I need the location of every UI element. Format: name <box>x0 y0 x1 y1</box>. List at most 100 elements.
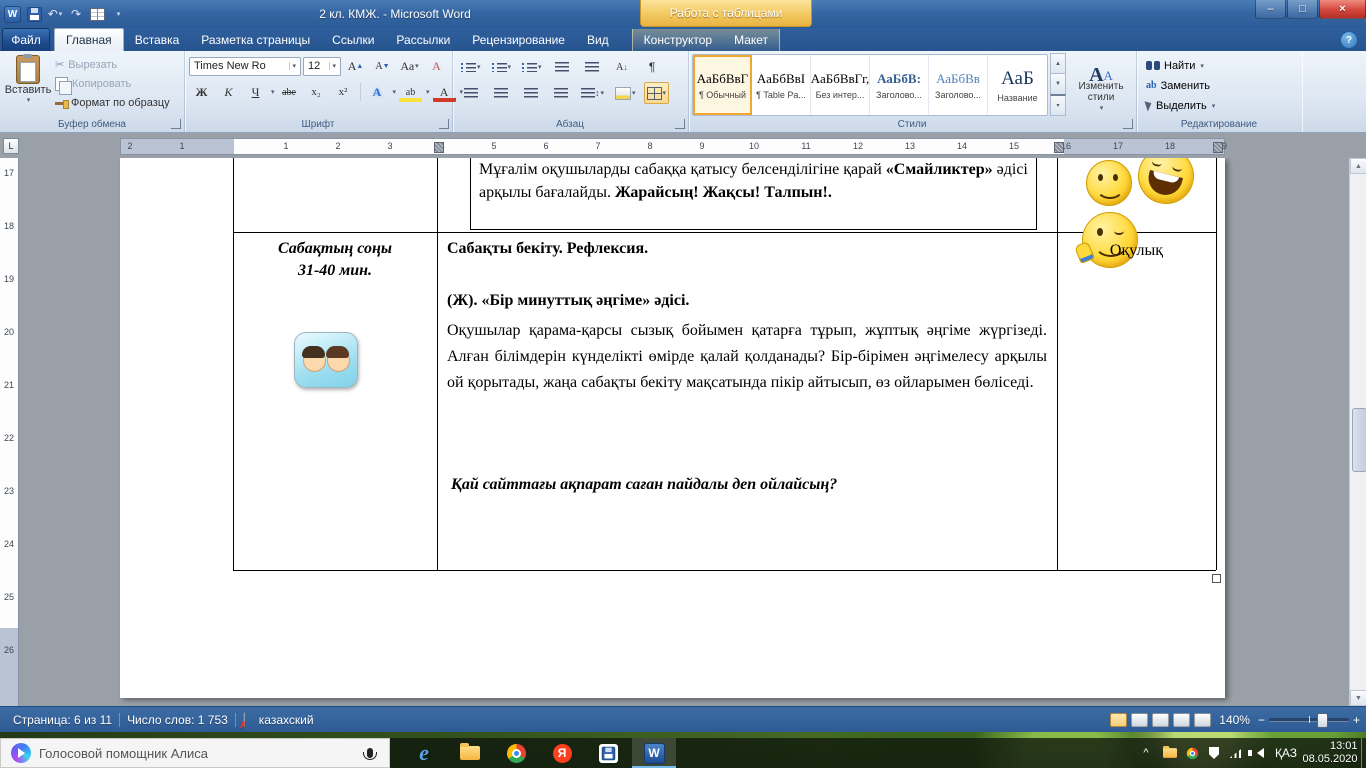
tab-stop-selector[interactable]: L <box>3 138 19 154</box>
numbering-button[interactable]: ▾ <box>489 56 515 78</box>
cut-button[interactable]: ✂ Вырезать <box>55 55 170 74</box>
table-tool-button[interactable] <box>89 6 105 22</box>
smiley-smile-image[interactable] <box>1086 160 1132 206</box>
maximize-button[interactable]: □ <box>1287 0 1318 19</box>
undo-button[interactable]: ↶▾ <box>47 6 63 22</box>
spellcheck-status[interactable]: ✗ <box>236 713 252 727</box>
change-case-button[interactable]: Аа▾ <box>397 55 422 77</box>
taskbar-app-chrome[interactable] <box>494 738 538 768</box>
taskbar-app-save-tool[interactable] <box>586 738 630 768</box>
taskbar-app-word[interactable]: W <box>632 738 676 768</box>
text-effects-button[interactable]: А <box>365 81 390 103</box>
style-scroll-up-icon[interactable]: ▲ <box>1050 53 1066 74</box>
web-layout-view-button[interactable] <box>1152 713 1169 727</box>
assessment-text[interactable]: Мұғалім оқушыларды сабаққа қатысу белсен… <box>479 161 886 178</box>
smiley-images[interactable] <box>1076 158 1208 282</box>
tab-insert[interactable]: Вставка <box>124 29 191 51</box>
scrollbar-thumb[interactable] <box>1352 408 1366 472</box>
bold-button[interactable]: Ж <box>189 81 214 103</box>
align-left-button[interactable] <box>458 82 483 104</box>
table-resize-handle[interactable] <box>1212 574 1221 583</box>
clipboard-dialog-launcher[interactable] <box>171 119 181 129</box>
bullets-button[interactable]: ▾ <box>458 56 484 78</box>
multilevel-list-button[interactable]: ▾ <box>519 56 545 78</box>
style-no-spacing[interactable]: АаБбВвГг, Без интер... <box>811 55 870 115</box>
shading-button[interactable]: ▾ <box>612 82 639 104</box>
borders-button[interactable]: ▾ <box>644 82 670 104</box>
resources-text[interactable]: Оқулық <box>1057 242 1216 260</box>
zoom-level[interactable]: 140% <box>1215 713 1254 727</box>
show-desktop-button[interactable] <box>1361 738 1366 768</box>
reflection-question[interactable]: Қай сайттағы ақпарат саған пайдалы деп о… <box>451 476 1051 494</box>
taskbar-app-explorer[interactable] <box>448 738 492 768</box>
horizontal-ruler[interactable]: 2 1 1 2 3 4 5 6 7 8 9 10 11 12 13 14 15 … <box>120 138 1225 155</box>
scroll-up-icon[interactable]: ▲ <box>1350 158 1366 174</box>
scroll-down-icon[interactable]: ▼ <box>1350 690 1366 706</box>
assessment-bold-method[interactable]: «Смайликтер» <box>886 161 993 178</box>
tray-chrome-icon[interactable] <box>1182 738 1202 768</box>
stage-time-text[interactable]: 31-40 мин. <box>233 262 437 280</box>
redo-button[interactable]: ↷ <box>68 6 84 22</box>
method-title[interactable]: (Ж). «Бір минуттық әңгіме» әдісі. <box>447 292 1047 310</box>
underline-button[interactable]: Ч <box>243 81 268 103</box>
format-painter-button[interactable]: Формат по образцу <box>55 93 170 112</box>
close-button[interactable]: × <box>1319 0 1366 19</box>
decrease-indent-button[interactable] <box>550 56 575 78</box>
replace-button[interactable]: ab Заменить <box>1146 76 1210 95</box>
language-switcher[interactable]: ҚАЗ <box>1270 738 1302 768</box>
paragraph-dialog-launcher[interactable] <box>675 119 685 129</box>
language-indicator[interactable]: казахский <box>252 713 321 727</box>
style-gallery-more-icon[interactable]: ▾ <box>1050 94 1066 116</box>
tab-mailings[interactable]: Рассылки <box>385 29 461 51</box>
shrink-font-button[interactable]: А▼ <box>370 55 395 77</box>
grow-font-button[interactable]: А▲ <box>343 55 368 77</box>
page-indicator[interactable]: Страница: 6 из 11 <box>6 713 119 727</box>
zoom-slider[interactable] <box>1269 718 1349 722</box>
tab-table-layout[interactable]: Макет <box>723 29 779 51</box>
table-column-marker[interactable] <box>1213 142 1223 153</box>
sort-button[interactable]: А↓ <box>610 56 635 78</box>
clear-formatting-button[interactable]: А <box>424 55 449 77</box>
volume-icon[interactable] <box>1248 738 1268 768</box>
table-column-marker[interactable] <box>434 142 444 153</box>
font-dialog-launcher[interactable] <box>439 119 449 129</box>
children-talking-image[interactable] <box>294 332 358 388</box>
line-spacing-button[interactable]: ↕▾ <box>578 82 607 104</box>
taskbar-search[interactable]: Голосовой помощник Алиса <box>0 738 390 768</box>
style-heading1[interactable]: АаБбВ: Заголово... <box>870 55 929 115</box>
stage-name-text[interactable]: Сабақтың соңы <box>233 240 437 258</box>
vertical-ruler[interactable]: 17 18 19 20 21 22 23 24 25 26 <box>0 158 19 706</box>
network-icon[interactable] <box>1226 738 1246 768</box>
highlight-button[interactable]: ab <box>398 81 423 103</box>
hidden-icons-chevron[interactable]: ^ <box>1136 738 1156 768</box>
find-button[interactable]: Найти ▾ <box>1146 56 1204 75</box>
paste-button[interactable]: Вставить ▾ <box>4 54 52 118</box>
font-size-combo[interactable]: 12▾ <box>303 57 341 76</box>
smiley-laugh-image[interactable] <box>1132 158 1200 210</box>
table-column-marker[interactable] <box>1054 142 1064 153</box>
minimize-button[interactable]: – <box>1255 0 1286 19</box>
tab-file[interactable]: Файл <box>2 28 50 51</box>
taskbar-app-ie[interactable]: e <box>402 738 446 768</box>
tab-home[interactable]: Главная <box>54 28 124 51</box>
strikethrough-button[interactable]: abe <box>277 81 302 103</box>
show-paragraph-marks-button[interactable]: ¶ <box>640 56 665 78</box>
qat-customize-button[interactable]: ▾ <box>110 6 126 22</box>
change-styles-button[interactable]: А А Изменить стили ▾ <box>1072 55 1130 119</box>
style-scroll-down-icon[interactable]: ▼ <box>1050 73 1066 94</box>
zoom-slider-thumb[interactable] <box>1317 713 1328 728</box>
style-title[interactable]: АаБ Название <box>988 55 1047 115</box>
taskbar-app-yandex[interactable]: Я <box>540 738 584 768</box>
paste-dropdown-icon[interactable]: ▾ <box>27 96 31 104</box>
vertical-scrollbar[interactable]: ▲ ▼ <box>1349 158 1366 706</box>
style-normal[interactable]: АаБбВвГ ¶ Обычный <box>693 55 752 115</box>
save-button[interactable] <box>26 6 42 22</box>
zoom-in-button[interactable]: + <box>1353 713 1360 727</box>
style-table-paragraph[interactable]: АаБбВвІ ¶ Table Pa... <box>752 55 811 115</box>
tray-folder-icon[interactable] <box>1160 738 1180 768</box>
styles-dialog-launcher[interactable] <box>1123 119 1133 129</box>
increase-indent-button[interactable] <box>580 56 605 78</box>
select-button[interactable]: Выделить ▾ <box>1146 96 1215 115</box>
subscript-button[interactable]: x₂ <box>304 81 329 103</box>
assessment-textbox[interactable]: Мұғалім оқушыларды сабаққа қатысу белсен… <box>470 158 1037 230</box>
